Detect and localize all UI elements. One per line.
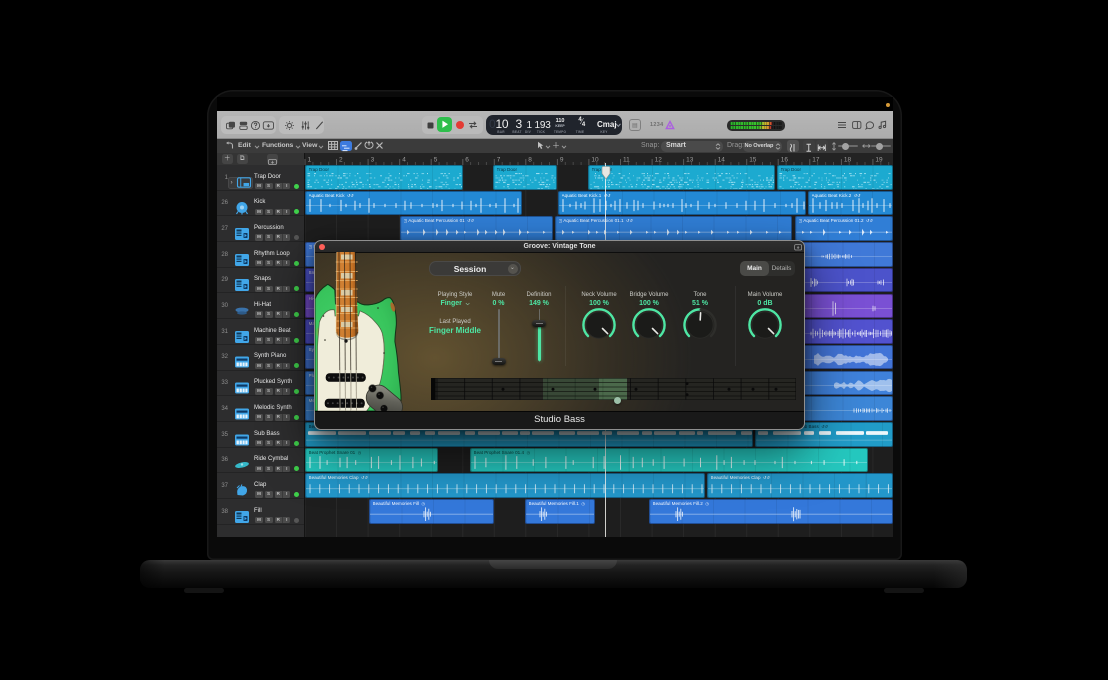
svg-text:9: 9 <box>560 156 564 163</box>
svg-text:13: 13 <box>686 156 694 163</box>
svg-text:3: 3 <box>371 156 375 163</box>
svg-text:16: 16 <box>781 156 789 163</box>
svg-text:19: 19 <box>875 156 883 163</box>
svg-text:17: 17 <box>812 156 820 163</box>
svg-text:18: 18 <box>844 156 852 163</box>
svg-text:10: 10 <box>591 156 599 163</box>
svg-text:8: 8 <box>528 156 532 163</box>
svg-text:4: 4 <box>402 156 406 163</box>
svg-text:2: 2 <box>339 156 343 163</box>
svg-text:7: 7 <box>497 156 501 163</box>
svg-text:1: 1 <box>308 156 312 163</box>
svg-text:11: 11 <box>623 156 630 163</box>
svg-text:15: 15 <box>749 156 757 163</box>
svg-text:6: 6 <box>465 156 469 163</box>
svg-text:5: 5 <box>434 156 438 163</box>
svg-text:14: 14 <box>718 156 726 163</box>
svg-text:12: 12 <box>655 156 663 163</box>
